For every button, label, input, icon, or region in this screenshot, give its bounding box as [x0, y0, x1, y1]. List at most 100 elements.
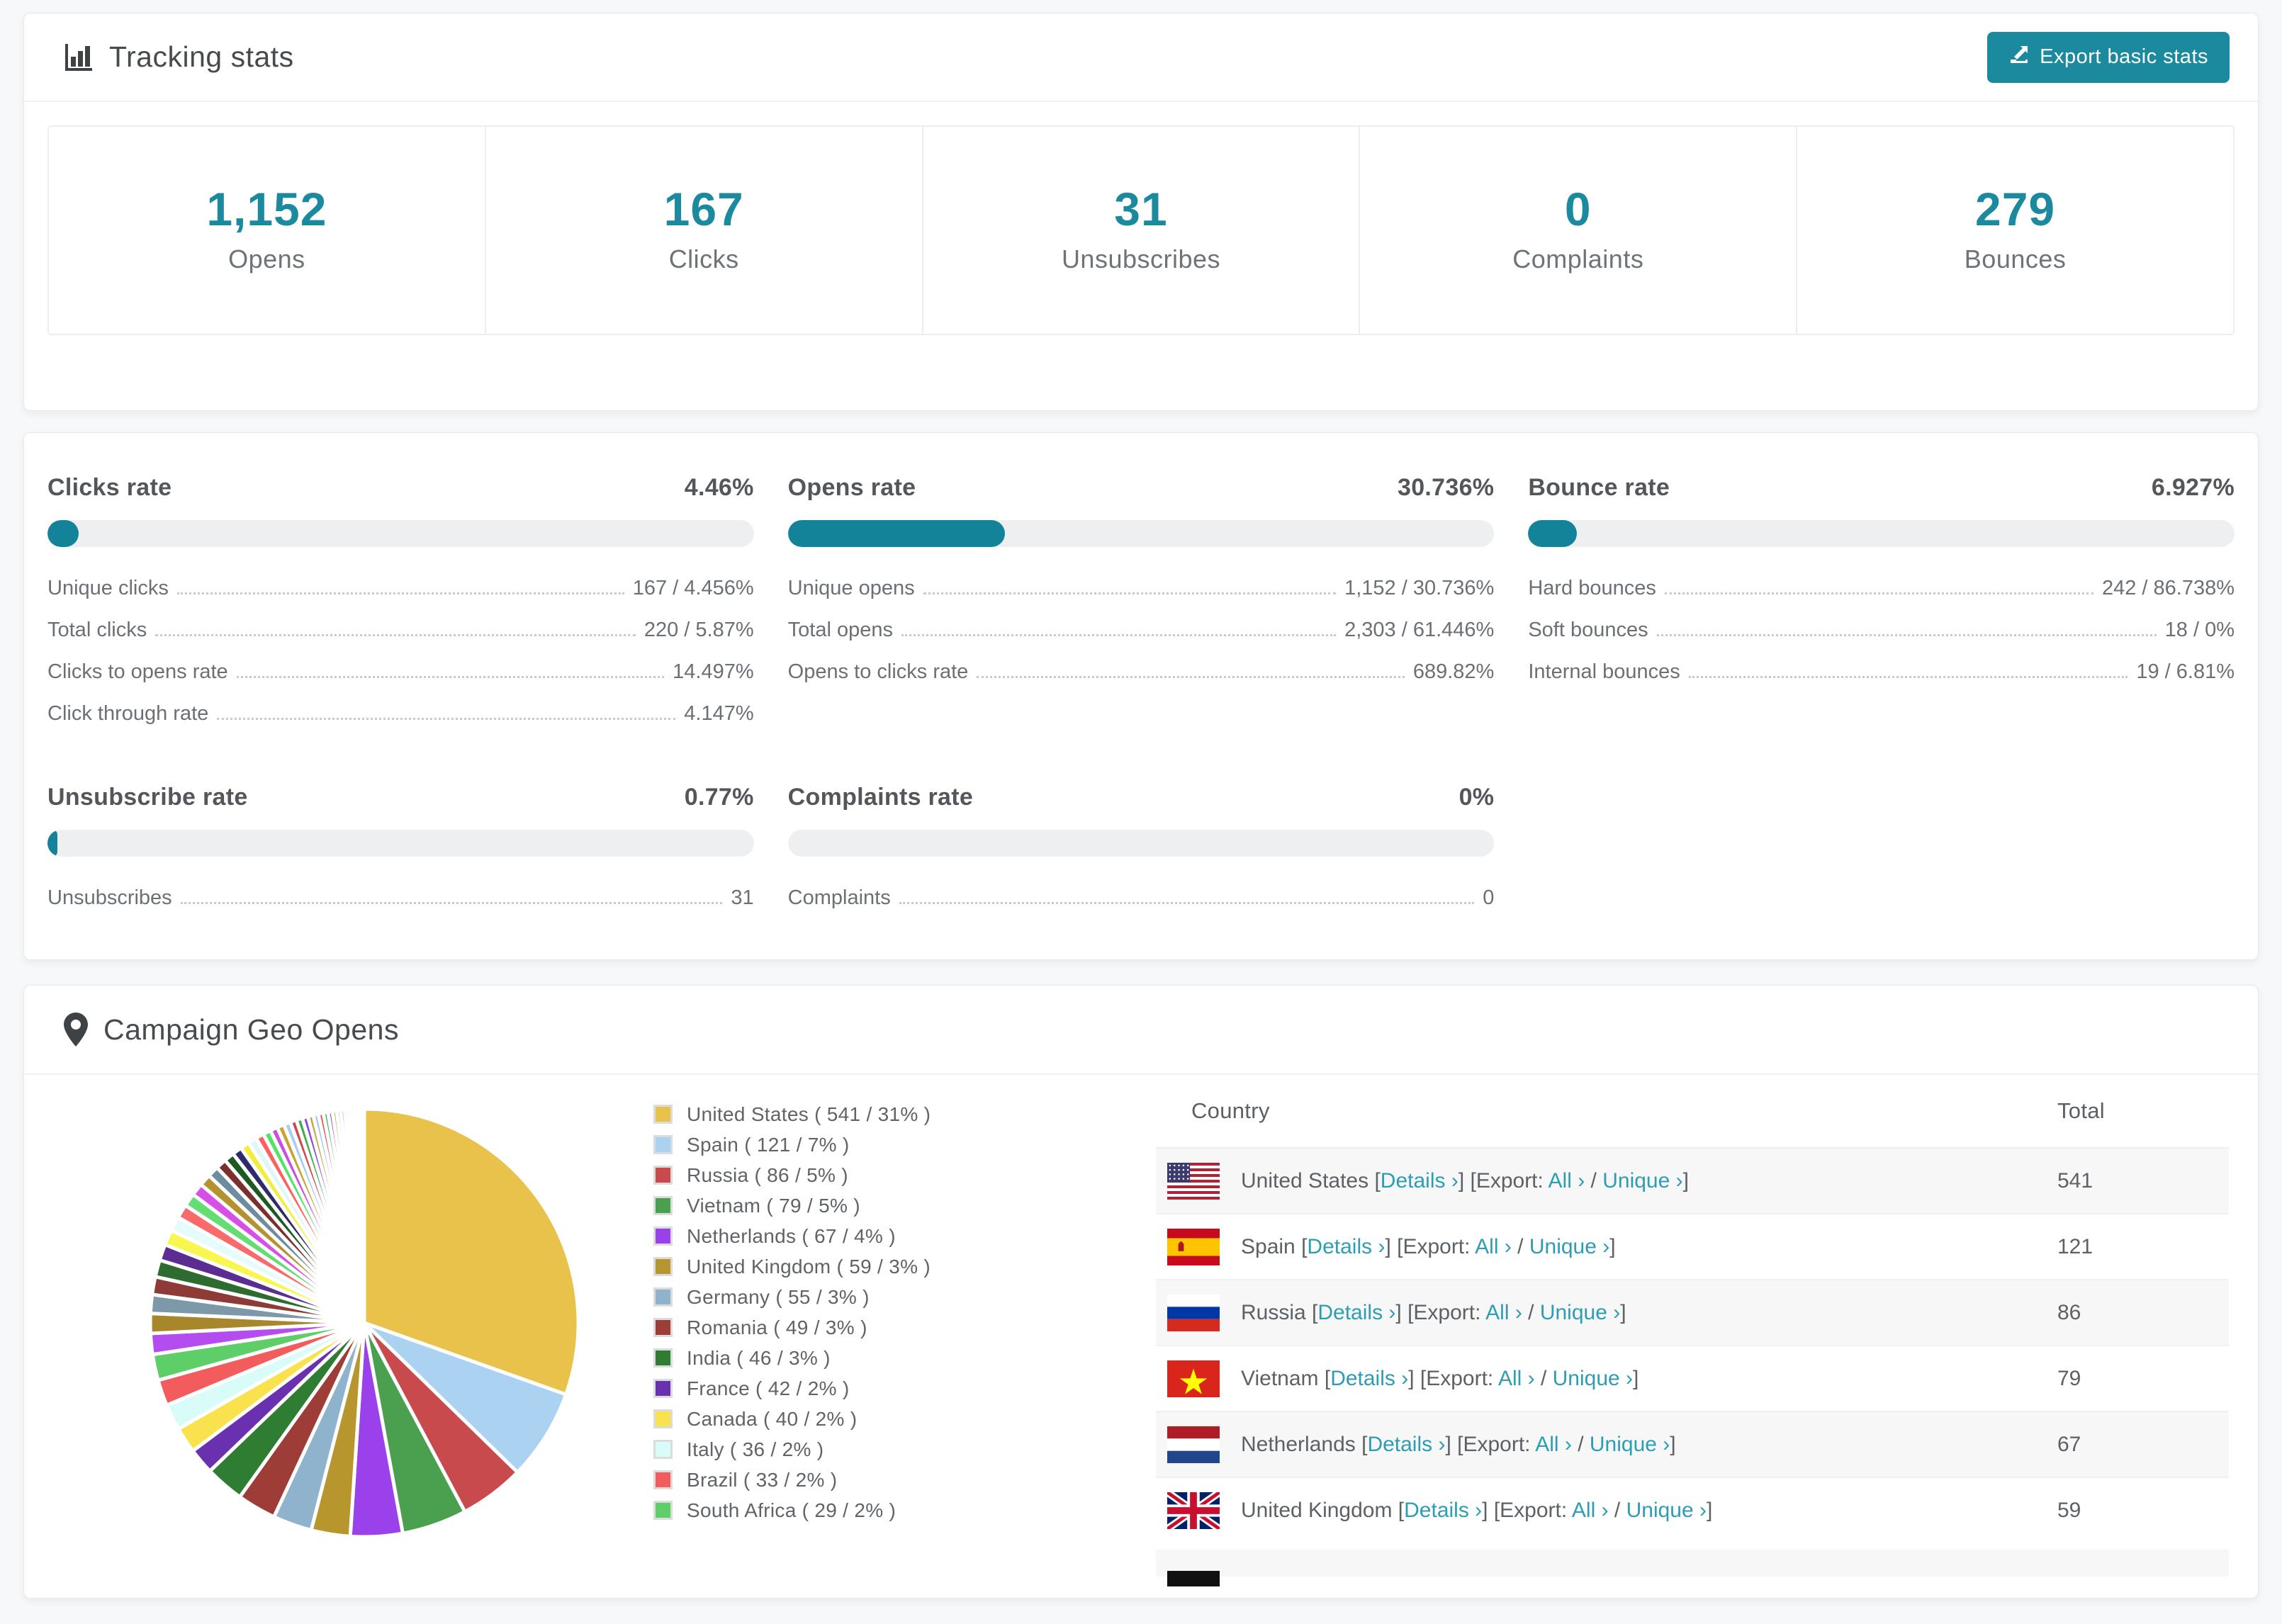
flag-gb-icon [1167, 1492, 1220, 1529]
tracking-stats-header: Tracking stats Export basic stats [24, 13, 2258, 102]
legend-item-vietnam[interactable]: Vietnam ( 79 / 5% ) [653, 1190, 931, 1221]
rate-progress-fill [47, 830, 57, 857]
export-label: ] [Export: [1395, 1300, 1486, 1324]
export-unique-link[interactable]: Unique › [1590, 1433, 1670, 1456]
bracket-close: ] [1670, 1432, 1676, 1456]
geo-title: Campaign Geo Opens [64, 1013, 399, 1047]
country-cell: Spain [Details ›] [Export: All › / Uniqu… [1241, 1235, 1616, 1259]
legend-item-romania[interactable]: Romania ( 49 / 3% ) [653, 1312, 931, 1343]
legend-item-india[interactable]: India ( 46 / 3% ) [653, 1343, 931, 1373]
total-cell: 59 [2057, 1498, 2081, 1522]
legend-item-brazil[interactable]: Brazil ( 33 / 2% ) [653, 1465, 931, 1495]
rate-row-label: Total opens [787, 619, 893, 641]
rate-block-opens-rate: Opens rate 30.736% Unique opens 1,152 / 30.… [787, 474, 1495, 726]
export-all-link[interactable]: All › [1498, 1367, 1535, 1390]
rate-rows: Complaints 0 [788, 886, 1495, 910]
details-link[interactable]: Details › [1330, 1367, 1408, 1390]
export-all-link[interactable]: All › [1475, 1235, 1512, 1258]
geo-title-text: Campaign Geo Opens [103, 1013, 399, 1046]
rate-percentage: 4.46% [684, 474, 754, 501]
rate-row: Internal bounces 19 / 6.81% [1528, 660, 2235, 684]
export-unique-link[interactable]: Unique › [1529, 1235, 1609, 1258]
legend-item-united-kingdom[interactable]: United Kingdom ( 59 / 3% ) [653, 1251, 931, 1282]
rate-block-unsubscribe-rate: Unsubscribe rate 0.77% Unsubscribes 31 [47, 784, 754, 910]
dotted-leader [901, 634, 1337, 636]
summary-value: 0 [1564, 183, 1592, 235]
details-link[interactable]: Details › [1367, 1433, 1445, 1456]
legend-item-france[interactable]: France ( 42 / 2% ) [653, 1373, 931, 1404]
rate-row-label: Hard bounces [1528, 577, 1656, 599]
column-header-total: Total [2057, 1098, 2105, 1123]
legend-swatch [653, 1227, 673, 1246]
rate-title: Clicks rate [47, 474, 172, 501]
legend-item-united-states[interactable]: United States ( 541 / 31% ) [653, 1099, 931, 1129]
summary-box-clicks: 167 Clicks [484, 127, 922, 334]
legend-item-spain[interactable]: Spain ( 121 / 7% ) [653, 1129, 931, 1160]
export-all-link[interactable]: All › [1548, 1169, 1585, 1192]
rate-progress-track [47, 520, 754, 547]
export-all-link[interactable]: All › [1535, 1433, 1572, 1456]
legend-item-canada[interactable]: Canada ( 40 / 2% ) [653, 1404, 931, 1434]
total-cell: 79 [2057, 1366, 2081, 1390]
bracket-close: ] [1609, 1234, 1616, 1258]
rate-percentage: 6.927% [2151, 474, 2235, 501]
export-unique-link[interactable]: Unique › [1626, 1499, 1707, 1522]
rate-title: Unsubscribe rate [47, 784, 248, 811]
rate-rows: Unique clicks 167 / 4.456% Total clicks 220… [47, 577, 754, 726]
legend-item-italy[interactable]: Italy ( 36 / 2% ) [653, 1434, 931, 1465]
legend-label: France ( 42 / 2% ) [687, 1377, 850, 1399]
legend-label: United States ( 541 / 31% ) [687, 1103, 931, 1125]
legend-swatch [653, 1348, 673, 1368]
table-row-nl: Netherlands [Details ›] [Export: All › /… [1156, 1411, 2229, 1477]
details-link[interactable]: Details › [1404, 1499, 1482, 1522]
legend-label: Vietnam ( 79 / 5% ) [687, 1194, 860, 1217]
export-unique-link[interactable]: Unique › [1540, 1301, 1620, 1324]
legend-item-south-africa[interactable]: South Africa ( 29 / 2% ) [653, 1495, 931, 1526]
bracket-close: ] [1633, 1366, 1639, 1390]
link-separator: / [1585, 1168, 1603, 1192]
country-name: Russia [ [1241, 1300, 1318, 1324]
rate-row-label: Complaints [787, 886, 891, 909]
rate-row-value: 242 / 86.738% [2101, 577, 2235, 599]
legend-item-netherlands[interactable]: Netherlands ( 67 / 4% ) [653, 1221, 931, 1251]
export-unique-link[interactable]: Unique › [1553, 1367, 1633, 1390]
partial-row-background [1156, 1550, 2229, 1577]
rate-row-value: 1,152 / 30.736% [1344, 577, 1495, 599]
summary-value: 1,152 [206, 183, 327, 235]
rate-percentage: 30.736% [1398, 474, 1495, 501]
dotted-leader [217, 718, 676, 720]
country-cell: Vietnam [Details ›] [Export: All › / Uni… [1241, 1367, 1639, 1391]
rate-row-label: Clicks to opens rate [47, 660, 228, 683]
details-link[interactable]: Details › [1381, 1169, 1458, 1192]
bracket-close: ] [1682, 1168, 1689, 1192]
rates-card: Clicks rate 4.46% Unique clicks 167 / 4.456… [23, 432, 2259, 960]
legend-swatch [653, 1501, 673, 1520]
tracking-stats-title: Tracking stats [64, 40, 294, 74]
geo-header: Campaign Geo Opens [24, 986, 2258, 1075]
dotted-leader [899, 902, 1475, 904]
details-link[interactable]: Details › [1307, 1235, 1385, 1258]
flag-de-icon-partial [1167, 1571, 1220, 1586]
legend-item-germany[interactable]: Germany ( 55 / 3% ) [653, 1282, 931, 1312]
details-link[interactable]: Details › [1317, 1301, 1395, 1324]
export-all-link[interactable]: All › [1485, 1301, 1522, 1324]
rate-row: Unique opens 1,152 / 30.736% [788, 577, 1495, 600]
legend-item-russia[interactable]: Russia ( 86 / 5% ) [653, 1160, 931, 1190]
summary-label: Opens [228, 244, 305, 274]
rate-percentage: 0% [1458, 784, 1495, 811]
summary-value: 279 [1975, 183, 2056, 235]
dotted-leader [236, 676, 665, 678]
legend-swatch [653, 1287, 673, 1307]
country-cell: Netherlands [Details ›] [Export: All › /… [1241, 1433, 1676, 1457]
export-unique-link[interactable]: Unique › [1602, 1169, 1682, 1192]
export-all-link[interactable]: All › [1572, 1499, 1609, 1522]
export-basic-stats-button[interactable]: Export basic stats [1987, 31, 2230, 83]
dotted-leader [977, 676, 1405, 678]
tracking-stats-card: Tracking stats Export basic stats 1,152 O… [23, 13, 2259, 411]
summary-box-unsubscribes: 31 Unsubscribes [921, 127, 1359, 334]
legend-label: United Kingdom ( 59 / 3% ) [687, 1255, 931, 1278]
rate-progress-track [787, 520, 1495, 547]
rate-row: Complaints 0 [788, 886, 1495, 910]
geo-country-table: Country Total United States [Details ›] … [1156, 1075, 2229, 1598]
legend-swatch [653, 1257, 673, 1276]
